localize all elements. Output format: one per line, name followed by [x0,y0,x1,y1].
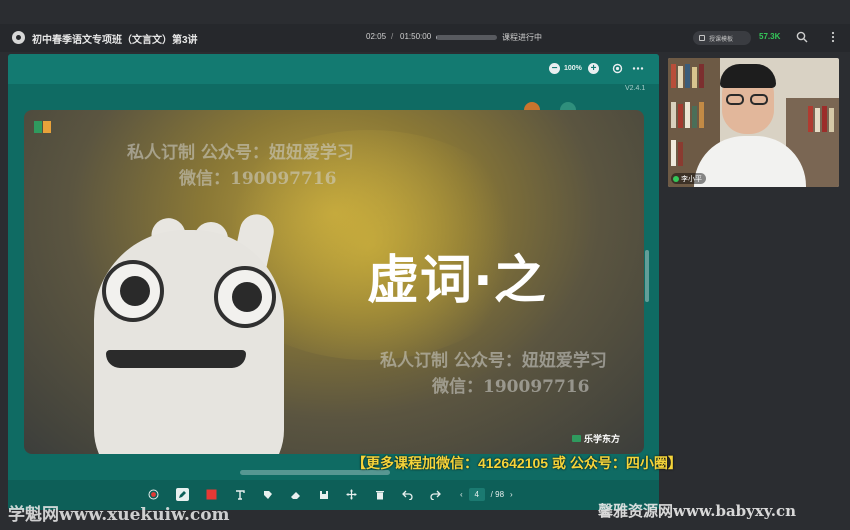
text-icon[interactable] [233,488,246,501]
teacher-name: 李小平 [681,175,702,183]
current-time: 02:05 [366,32,387,41]
trash-icon[interactable] [373,488,386,501]
teacher-hair [720,64,776,88]
time-separator: / [391,32,394,41]
book [685,102,690,128]
book-logo-icon [34,121,51,133]
prev-page-icon[interactable]: ‹ [460,490,463,499]
mode-label: 授课模板 [709,36,734,43]
redo-icon[interactable] [429,488,442,501]
watermark-line: 微信：190097716 [432,377,590,397]
toy-mouth [106,350,246,368]
watermark-line: 微信：190097716 [179,169,337,189]
vertical-scrollbar[interactable] [645,250,649,302]
book [829,108,834,132]
glasses-right [750,94,768,105]
fit-icon[interactable] [612,63,623,77]
viewer-count: 57.3K [759,32,781,41]
book [671,140,676,166]
slide-title: 虚词·之 [367,251,547,311]
book [692,106,697,128]
playback-progress[interactable] [436,35,497,40]
undo-icon[interactable] [401,488,414,501]
promo-banner: 【更多课程加微信：412642105 或 公众号：四小圈】 [352,455,682,471]
eraser-icon[interactable] [289,488,302,501]
current-page[interactable]: 4 [468,488,485,501]
teacher-video[interactable]: 李小平 [668,58,839,187]
book [692,67,697,88]
watermark-line: 私人订制 公众号：妞妞爱学习 [380,351,607,371]
page-navigator: ‹ 4 / 98 › [460,487,513,502]
board-more-icon[interactable] [632,63,644,77]
version-label: V2.4.1 [625,85,646,92]
template-icon [699,35,705,41]
brand-label: 乐学东方 [584,434,621,444]
book [671,64,676,88]
mic-icon [673,175,679,182]
book [699,102,704,128]
brand-logo-icon [572,435,581,442]
book [822,106,827,132]
brand-tag: 乐学东方 [572,432,620,445]
site-watermark-right: 馨雅资源网www.babyxy.cn [598,502,797,520]
mode-toggle[interactable]: 授课模板 [693,31,751,45]
book [808,106,813,132]
tag-icon[interactable] [261,488,274,501]
book [685,64,690,88]
book [678,142,683,166]
site-watermark-left: 学魁网www.xuekuiw.com [8,505,230,525]
total-pages: / 98 [490,490,505,499]
watermark-line: 私人订制 公众号：妞妞爱学习 [127,143,354,163]
search-icon[interactable] [796,31,808,46]
book [815,108,820,132]
book [678,66,683,88]
zoom-in-icon[interactable]: + [588,63,599,74]
whiteboard-panel: − 100% + V2.4.1 私人订制 公众号：妞妞爱学习 微信：190097… [8,54,659,510]
more-icon[interactable] [831,31,835,46]
playback-progress-fill [436,35,438,40]
zoom-level: 100% [564,65,582,72]
save-icon[interactable] [317,488,330,501]
book [678,104,683,128]
glasses-left [726,94,744,105]
class-status: 课程进行中 [502,33,542,42]
next-page-icon[interactable]: › [510,490,513,499]
top-bar: 初中春季语文专项班（文言文）第3讲 02:05 / 01:50:00 课程进行中… [0,24,850,52]
app-logo-icon [12,31,25,44]
course-title: 初中春季语文专项班（文言文）第3讲 [32,35,198,46]
slide-canvas[interactable]: 私人订制 公众号：妞妞爱学习 微信：190097716 私人订制 公众号：妞妞爱… [24,110,644,454]
move-icon[interactable] [345,488,358,501]
book [699,64,704,88]
teacher-name-tag: 李小平 [671,173,706,184]
book [671,102,676,128]
toy-eye [214,266,276,328]
zoom-out-icon[interactable]: − [549,63,560,74]
toy-eye [102,260,164,322]
classroom-window: 初中春季语文专项班（文言文）第3讲 02:05 / 01:50:00 课程进行中… [0,0,850,530]
total-time: 01:50:00 [400,32,432,41]
whiteboard-header: − 100% + [8,54,659,84]
